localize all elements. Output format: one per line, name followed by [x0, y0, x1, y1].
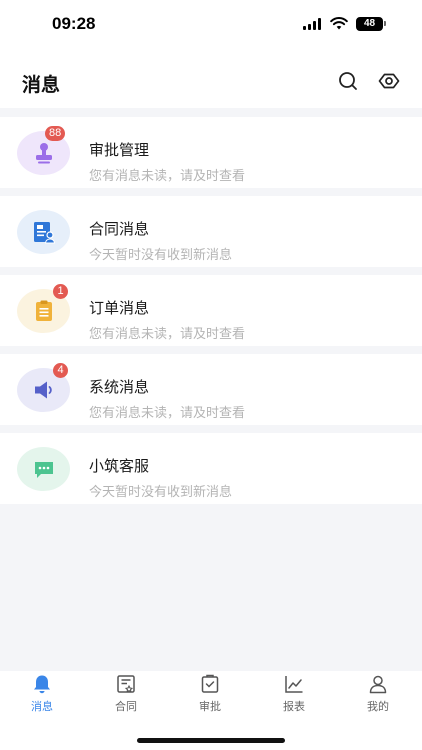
- unread-badge: 88: [45, 126, 66, 141]
- message-subtitle: 您有消息未读，请及时查看: [89, 406, 246, 421]
- message-title: 小筑客服: [89, 457, 150, 475]
- contract-icon: [34, 222, 56, 244]
- home-indicator: [137, 738, 285, 743]
- contract-avatar: [17, 210, 70, 254]
- message-item-contract[interactable]: 合同消息 今天暂时没有收到新消息: [0, 196, 422, 267]
- unread-badge: 4: [53, 363, 68, 378]
- approval-icon: [201, 674, 219, 693]
- message-title: 系统消息: [89, 378, 150, 396]
- chart-icon: [285, 676, 303, 693]
- wifi-icon: [330, 17, 348, 30]
- chat-icon: [35, 462, 53, 478]
- message-item-order[interactable]: 1 订单消息 您有消息未读，请及时查看: [0, 275, 422, 346]
- contract-icon: [117, 675, 135, 693]
- status-time: 09:28: [52, 14, 96, 33]
- message-subtitle: 您有消息未读，请及时查看: [89, 327, 246, 342]
- tab-messages[interactable]: 消息: [0, 671, 84, 721]
- message-title: 审批管理: [89, 141, 150, 159]
- battery-level: 48: [356, 17, 383, 31]
- message-item-system[interactable]: 4 系统消息 您有消息未读，请及时查看: [0, 354, 422, 425]
- message-subtitle: 今天暂时没有收到新消息: [89, 248, 233, 263]
- tab-label: 审批: [199, 700, 221, 713]
- battery-cap: [384, 21, 386, 26]
- speaker-icon: [35, 381, 52, 399]
- tab-reports[interactable]: 报表: [252, 671, 336, 721]
- tab-label: 报表: [283, 700, 305, 713]
- service-avatar: [17, 447, 70, 491]
- message-subtitle: 您有消息未读，请及时查看: [89, 169, 246, 184]
- user-icon: [369, 675, 387, 694]
- status-bar: 09:28 48: [0, 0, 422, 50]
- tab-contracts[interactable]: 合同: [84, 671, 168, 721]
- search-icon[interactable]: [337, 70, 359, 92]
- tab-label: 消息: [31, 700, 53, 713]
- message-item-approval[interactable]: 88 审批管理 您有消息未读，请及时查看: [0, 117, 422, 188]
- eye-icon[interactable]: [378, 70, 400, 92]
- message-subtitle: 今天暂时没有收到新消息: [89, 485, 233, 500]
- cellular-signal-icon: [303, 18, 323, 30]
- bell-icon: [34, 675, 50, 694]
- stamp-icon: [36, 143, 52, 164]
- tab-profile[interactable]: 我的: [336, 671, 420, 721]
- unread-badge: 1: [53, 284, 68, 299]
- clipboard-icon: [36, 300, 52, 321]
- tab-label: 合同: [115, 700, 137, 713]
- tab-approval[interactable]: 审批: [168, 671, 252, 721]
- message-title: 订单消息: [89, 299, 150, 317]
- tab-label: 我的: [367, 700, 389, 713]
- page-header: 消息: [0, 50, 422, 108]
- page-title: 消息: [22, 74, 61, 96]
- message-item-customer-service[interactable]: 小筑客服 今天暂时没有收到新消息: [0, 433, 422, 504]
- message-title: 合同消息: [89, 220, 150, 238]
